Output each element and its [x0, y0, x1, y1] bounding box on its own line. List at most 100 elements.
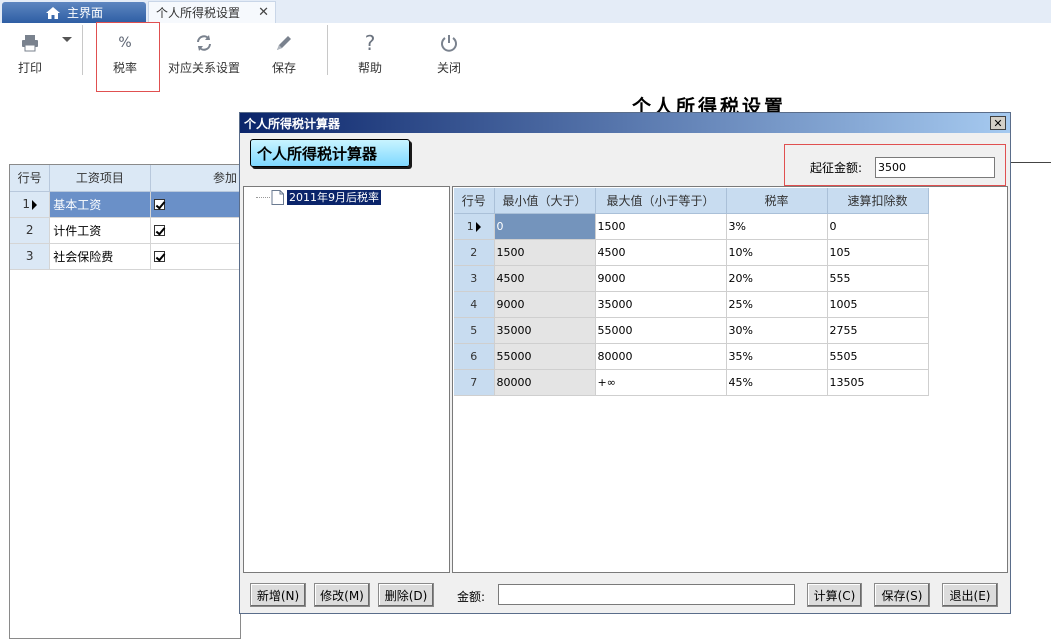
print-button[interactable]: 打印	[18, 31, 42, 77]
salary-item-cell[interactable]: 计件工资	[49, 217, 151, 244]
deduction-cell[interactable]: 1005	[827, 291, 929, 318]
pencil-icon	[274, 31, 294, 55]
chevron-down-icon	[62, 37, 72, 42]
row-number: 2	[454, 239, 495, 266]
row-number: 2	[10, 217, 51, 244]
calculate-button[interactable]: 计算(C)	[807, 583, 862, 607]
column-header[interactable]: 最大值（小于等于）	[595, 188, 727, 214]
min-value-cell[interactable]: 80000	[494, 369, 596, 396]
help-button[interactable]: ? 帮助	[358, 31, 382, 77]
refresh-icon	[194, 31, 214, 55]
row-number: 3	[10, 243, 51, 270]
salary-items-grid: 行号 工资项目 参加 1 基本工资 2 计件工资 3 社会保险费	[9, 164, 241, 639]
max-value-cell[interactable]: 9000	[595, 265, 727, 292]
tab-tax-settings-label: 个人所得税设置	[156, 6, 241, 20]
column-header[interactable]: 参加	[150, 165, 240, 192]
save-button[interactable]: 保存(S)	[874, 583, 930, 607]
rate-cell[interactable]: 35%	[726, 343, 828, 370]
table-row[interactable]: 7 80000 +∞ 45% 13505	[454, 369, 929, 396]
start-amount-input[interactable]: 3500	[875, 157, 995, 178]
max-value-cell[interactable]: 4500	[595, 239, 727, 266]
rate-cell[interactable]: 25%	[726, 291, 828, 318]
table-row[interactable]: 2 1500 4500 10% 105	[454, 239, 929, 266]
salary-item-cell[interactable]: 社会保险费	[49, 243, 151, 270]
column-header[interactable]: 工资项目	[49, 165, 151, 192]
row-number: 1	[454, 213, 495, 240]
max-value-cell[interactable]: 1500	[595, 213, 727, 240]
checkbox[interactable]	[153, 225, 165, 236]
table-row[interactable]: 1 基本工资	[10, 191, 240, 218]
tree-node-label: 2011年9月后税率	[287, 190, 381, 205]
deduction-cell[interactable]: 13505	[827, 369, 929, 396]
rate-tree: 2011年9月后税率	[243, 186, 450, 573]
deduction-cell[interactable]: 555	[827, 265, 929, 292]
add-button[interactable]: 新增(N)	[250, 583, 306, 607]
column-header[interactable]: 行号	[454, 188, 495, 214]
max-value-cell[interactable]: +∞	[595, 369, 727, 396]
participate-cell[interactable]	[150, 243, 240, 270]
table-row[interactable]: 5 35000 55000 30% 2755	[454, 317, 929, 344]
table-row[interactable]: 4 9000 35000 25% 1005	[454, 291, 929, 318]
rate-cell[interactable]: 3%	[726, 213, 828, 240]
min-value-cell[interactable]: 1500	[494, 239, 596, 266]
mapping-settings-label: 对应关系设置	[168, 61, 241, 75]
divider	[1010, 162, 1051, 163]
participate-cell[interactable]	[150, 191, 240, 218]
calculator-banner: 个人所得税计算器	[250, 139, 410, 167]
dialog-button-bar: 新增(N) 修改(M) 删除(D) 金额: 计算(C) 保存(S) 退出(E)	[240, 575, 1010, 613]
min-value-cell[interactable]: 9000	[494, 291, 596, 318]
column-header[interactable]: 最小值（大于）	[494, 188, 596, 214]
table-row[interactable]: 3 4500 9000 20% 555	[454, 265, 929, 292]
exit-button[interactable]: 退出(E)	[942, 583, 998, 607]
row-number: 4	[454, 291, 495, 318]
help-label: 帮助	[358, 61, 383, 75]
tab-tax-settings[interactable]: 个人所得税设置 ✕	[148, 1, 276, 23]
row-number: 7	[454, 369, 495, 396]
table-row[interactable]: 2 计件工资	[10, 217, 240, 244]
tree-node[interactable]: 2011年9月后税率	[256, 190, 381, 205]
table-header: 行号 工资项目 参加	[10, 165, 240, 192]
row-pointer-icon	[31, 199, 37, 210]
column-header[interactable]: 速算扣除数	[827, 188, 929, 214]
rate-cell[interactable]: 30%	[726, 317, 828, 344]
checkbox[interactable]	[153, 251, 165, 262]
min-value-cell[interactable]: 35000	[494, 317, 596, 344]
rate-cell[interactable]: 10%	[726, 239, 828, 266]
edit-button[interactable]: 修改(M)	[314, 583, 370, 607]
min-value-cell[interactable]: 4500	[494, 265, 596, 292]
salary-item-cell[interactable]: 基本工资	[49, 191, 151, 218]
min-value-cell[interactable]: 55000	[494, 343, 596, 370]
tab-home-label: 主界面	[66, 6, 103, 20]
rate-cell[interactable]: 20%	[726, 265, 828, 292]
deduction-cell[interactable]: 0	[827, 213, 929, 240]
save-button[interactable]: 保存	[272, 31, 296, 77]
checkbox[interactable]	[153, 199, 165, 210]
max-value-cell[interactable]: 55000	[595, 317, 727, 344]
deduction-cell[interactable]: 5505	[827, 343, 929, 370]
participate-cell[interactable]	[150, 217, 240, 244]
max-value-cell[interactable]: 35000	[595, 291, 727, 318]
tab-home[interactable]: 主界面	[2, 2, 146, 23]
table-row[interactable]: 1 0 1500 3% 0	[454, 213, 929, 240]
print-dropdown[interactable]	[62, 37, 72, 83]
table-header: 行号 最小值（大于） 最大值（小于等于） 税率 速算扣除数	[454, 188, 929, 214]
deduction-cell[interactable]: 105	[827, 239, 929, 266]
column-header[interactable]: 行号	[10, 165, 51, 192]
rate-cell[interactable]: 45%	[726, 369, 828, 396]
close-button[interactable]: 关闭	[437, 31, 461, 77]
column-header[interactable]: 税率	[726, 188, 828, 214]
delete-button[interactable]: 删除(D)	[378, 583, 434, 607]
amount-label: 金额:	[457, 590, 486, 604]
tax-calculator-dialog: 个人所得税计算器 ✕ 个人所得税计算器 起征金额: 3500 2011年9月后税…	[239, 112, 1011, 614]
amount-input[interactable]	[498, 584, 795, 605]
max-value-cell[interactable]: 80000	[595, 343, 727, 370]
question-icon: ?	[364, 31, 376, 55]
mapping-settings-button[interactable]: 对应关系设置	[168, 31, 240, 77]
close-icon[interactable]: ✕	[990, 116, 1006, 130]
table-row[interactable]: 3 社会保险费	[10, 243, 240, 270]
row-pointer-icon	[475, 221, 481, 232]
deduction-cell[interactable]: 2755	[827, 317, 929, 344]
min-value-cell[interactable]: 0	[494, 213, 596, 240]
table-row[interactable]: 6 55000 80000 35% 5505	[454, 343, 929, 370]
close-icon[interactable]: ✕	[258, 5, 269, 20]
